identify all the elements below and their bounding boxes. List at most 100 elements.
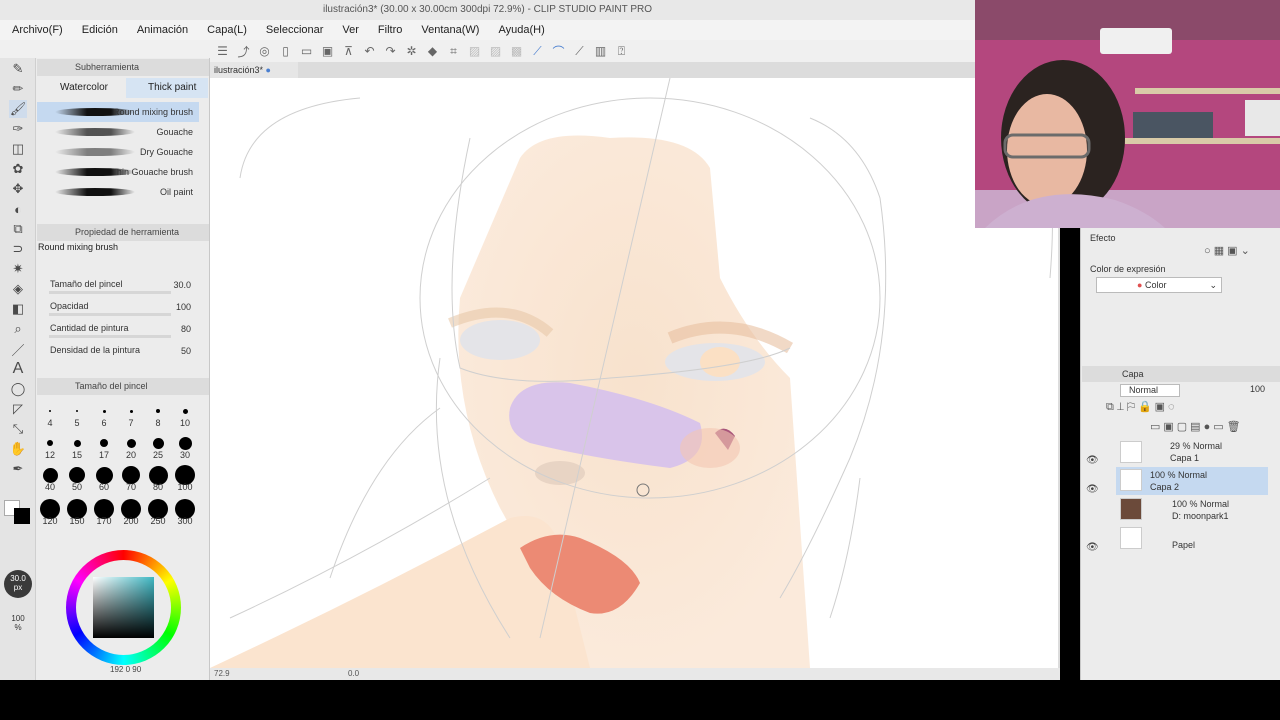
- hamburger-icon[interactable]: ☰: [214, 43, 231, 60]
- brush-size-dot[interactable]: [129, 409, 133, 413]
- menu-bar: Archivo(F) Edición Animación Capa(L) Sel…: [0, 20, 975, 40]
- layer-actions[interactable]: ▭▣▢▤●▭🗑: [1150, 420, 1244, 433]
- brush-size-dot[interactable]: [156, 409, 160, 413]
- open-folder-icon[interactable]: ▭: [298, 43, 315, 60]
- tab-watercolor[interactable]: Watercolor: [38, 78, 124, 98]
- blend-tool-icon[interactable]: ◐: [9, 200, 27, 218]
- zoom-readout[interactable]: 72.9: [214, 668, 230, 680]
- brush-item[interactable]: Gouache: [37, 122, 199, 142]
- ruler-tool-icon[interactable]: ／: [9, 340, 27, 358]
- menu-ver[interactable]: Ver: [342, 24, 359, 36]
- layer-row[interactable]: 100 % Normal D: moonpark1: [1116, 496, 1268, 524]
- layer-row[interactable]: 100 % Normal Capa 2: [1116, 467, 1268, 495]
- text-tool-icon[interactable]: A: [9, 360, 27, 378]
- expression-color-select[interactable]: ● Color ⌄: [1096, 277, 1222, 293]
- drawing-canvas[interactable]: [210, 78, 1058, 668]
- correct-line-icon[interactable]: ⤡: [9, 420, 27, 438]
- blend-mode-select[interactable]: Normal: [1120, 384, 1180, 397]
- special-ruler-icon[interactable]: ⌒: [550, 43, 567, 60]
- airbrush-tool-icon[interactable]: ✑: [9, 120, 27, 138]
- color-wheel[interactable]: [66, 550, 181, 665]
- brush-size-dot[interactable]: [76, 410, 78, 412]
- brush-size-dot[interactable]: [102, 409, 106, 413]
- saturation-square[interactable]: [93, 577, 154, 638]
- brush-size-dot[interactable]: [47, 440, 53, 446]
- brush-size-dot[interactable]: [73, 439, 81, 447]
- eyedropper-tool-icon[interactable]: ✒: [9, 460, 27, 478]
- layer-tab[interactable]: Capa: [1082, 366, 1280, 382]
- brush-size-dot[interactable]: [100, 439, 108, 447]
- lasso-tool-icon[interactable]: ⊃: [9, 240, 27, 258]
- brush-size-dot[interactable]: [95, 466, 113, 484]
- menu-edicion[interactable]: Edición: [82, 24, 118, 36]
- paint-density-row[interactable]: Densidad de la pintura 50: [37, 344, 209, 366]
- brush-size-dot[interactable]: [69, 467, 85, 483]
- zoom-tool-icon[interactable]: ⌕: [9, 320, 27, 338]
- document-tab[interactable]: ilustración3* ●: [210, 62, 298, 78]
- opacity-row[interactable]: Opacidad 100: [37, 300, 209, 322]
- help-icon[interactable]: ⍰: [613, 43, 630, 60]
- undo-icon[interactable]: ↶: [361, 43, 378, 60]
- ruler-snap-icon[interactable]: ⟋: [529, 43, 546, 60]
- eye-icon: 👁: [1086, 455, 1099, 466]
- fill-selection-icon[interactable]: ▩: [508, 43, 525, 60]
- brush-size-dot[interactable]: [49, 410, 51, 412]
- tab-thick-paint[interactable]: Thick paint: [126, 78, 208, 98]
- menu-animacion[interactable]: Animación: [137, 24, 188, 36]
- main-color-swatch[interactable]: [14, 508, 30, 524]
- brush-size-label: 200: [123, 516, 139, 526]
- menu-ayuda[interactable]: Ayuda(H): [498, 24, 544, 36]
- clip-studio-icon[interactable]: ◎: [256, 43, 273, 60]
- menu-seleccionar[interactable]: Seleccionar: [266, 24, 323, 36]
- export-image-icon[interactable]: ⊼: [340, 43, 357, 60]
- clear-outside-icon[interactable]: ▨: [487, 43, 504, 60]
- menu-capa[interactable]: Capa(L): [207, 24, 247, 36]
- clear-icon[interactable]: ▨: [466, 43, 483, 60]
- brush-size-dot[interactable]: [42, 467, 58, 483]
- decoration-tool-icon[interactable]: ✿: [9, 160, 27, 178]
- magic-wand-icon[interactable]: ✷: [9, 260, 27, 278]
- brush-item[interactable]: Round mixing brush: [37, 102, 199, 122]
- gradient-tool-icon[interactable]: ◧: [9, 300, 27, 318]
- ruler-icon[interactable]: ⟋: [571, 43, 588, 60]
- brush-size-dot[interactable]: [178, 436, 192, 450]
- menu-filtro[interactable]: Filtro: [378, 24, 402, 36]
- layer-row[interactable]: 29 % Normal Capa 1: [1116, 439, 1268, 467]
- new-file-icon[interactable]: ▯: [277, 43, 294, 60]
- fill-icon[interactable]: ◆: [424, 43, 441, 60]
- brush-size-dot[interactable]: [152, 437, 164, 449]
- fill-tool-icon[interactable]: ◈: [9, 280, 27, 298]
- pencil-tool-icon[interactable]: ✏: [9, 80, 27, 98]
- hand-tool-icon[interactable]: ✋: [9, 440, 27, 458]
- pen-tool-icon[interactable]: ✎: [9, 60, 27, 78]
- export-icon[interactable]: ⤴: [235, 43, 252, 60]
- brush-item[interactable]: Dry Gouache: [37, 142, 199, 162]
- menu-archivo[interactable]: Archivo(F): [12, 24, 63, 36]
- move-tool-icon[interactable]: ✥: [9, 180, 27, 198]
- frame-tool-icon[interactable]: ◸: [9, 400, 27, 418]
- transform-icon[interactable]: ⌗: [445, 43, 462, 60]
- paint-amount-row[interactable]: Cantidad de pintura 80: [37, 322, 209, 344]
- brush-size-dot[interactable]: [126, 438, 136, 448]
- eraser-tool-icon[interactable]: ◫: [9, 140, 27, 158]
- brush-size-dot[interactable]: [182, 408, 188, 414]
- layer-opacity[interactable]: 100: [1250, 384, 1265, 394]
- eye-icon: 👁: [1086, 484, 1099, 495]
- menu-ventana[interactable]: Ventana(W): [421, 24, 479, 36]
- save-icon[interactable]: ▣: [319, 43, 336, 60]
- grid-icon[interactable]: ▥: [592, 43, 609, 60]
- layer-toolbar[interactable]: ⧉⟂⚐🔒▣◌: [1106, 400, 1178, 414]
- operation-tool-icon[interactable]: ⧉: [9, 220, 27, 238]
- layer-row[interactable]: Papel: [1116, 525, 1268, 553]
- brush-item[interactable]: Oil paint: [37, 182, 199, 202]
- brush-tool-icon[interactable]: 🖌: [9, 100, 27, 118]
- visibility-eyes[interactable]: 👁 👁 👁: [1086, 446, 1099, 562]
- brush-item[interactable]: Thin Gouache brush: [37, 162, 199, 182]
- brush-size-row[interactable]: Tamaño del pincel 30.0: [37, 278, 209, 300]
- effect-icons[interactable]: ○ ▦ ▣ ⌄: [1204, 244, 1250, 257]
- loading-icon[interactable]: ✲: [403, 43, 420, 60]
- tool-property-header: Propiedad de herramienta: [37, 224, 209, 241]
- balloon-tool-icon[interactable]: ◯: [9, 380, 27, 398]
- rotation-readout[interactable]: 0.0: [348, 668, 359, 680]
- redo-icon[interactable]: ↷: [382, 43, 399, 60]
